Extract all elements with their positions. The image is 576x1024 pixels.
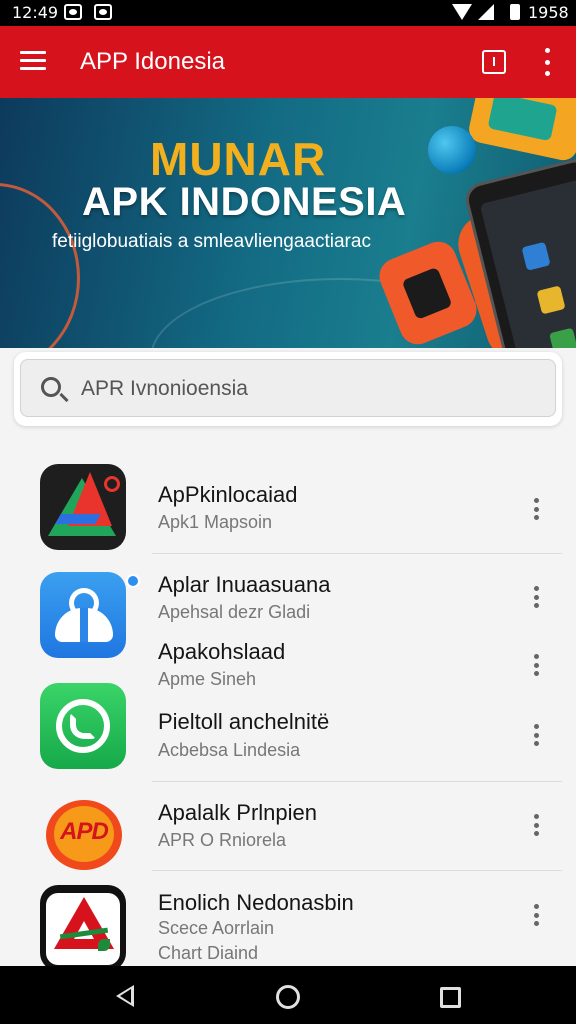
promo-banner[interactable]: MUNAR APK INDONESIA fetiiglobuatiais a s…: [0, 98, 576, 348]
list-item-title[interactable]: ApPkinlocaiad: [158, 482, 297, 508]
battery-icon: [510, 4, 520, 20]
list-item-subtitle: Scece Aorrlain: [158, 918, 275, 938]
status-bar: 12:49 1958: [0, 0, 576, 26]
search-card: APR Ivnonioensia: [14, 352, 562, 426]
apk-a-logo-icon[interactable]: [40, 464, 126, 550]
divider: [152, 781, 562, 782]
apd-badge-icon[interactable]: APD: [40, 792, 126, 878]
app-title: APP Idonesia: [80, 48, 225, 75]
notification-icon: [64, 4, 82, 20]
list-item-title[interactable]: Apalalk Prlnpien: [158, 800, 317, 826]
item-more-icon[interactable]: [532, 814, 540, 836]
game-tile-decoration: [466, 98, 576, 163]
phone-call-icon[interactable]: [40, 683, 126, 769]
item-more-icon[interactable]: [532, 904, 540, 926]
item-more-icon[interactable]: [532, 724, 540, 746]
divider: [152, 870, 562, 871]
status-time: 12:49: [12, 3, 59, 22]
banner-headline: MUNAR: [150, 133, 327, 185]
status-battery-text: 1958: [528, 3, 569, 22]
banner-ring-decoration: [0, 183, 80, 348]
list-item-subtitle: Apk1 Mapsoin: [158, 512, 273, 532]
search-input-value: APR Ivnonioensia: [81, 377, 248, 400]
banner-title: APK INDONESIA: [82, 180, 407, 224]
item-more-icon[interactable]: [532, 586, 540, 608]
system-nav-bar: [0, 966, 576, 1024]
overflow-menu-icon[interactable]: [540, 48, 554, 76]
divider: [152, 553, 562, 554]
search-icon: [41, 377, 61, 397]
gallery-notification-icon: [94, 4, 112, 20]
list-item-subtitle: Acbebsa Lindesia: [158, 740, 301, 760]
shopping-bag-icon[interactable]: [40, 572, 126, 658]
list-item-title[interactable]: Aplar Inuaasuana: [158, 572, 330, 598]
list-item-subtitle: APR O Rniorela: [158, 830, 287, 850]
blue-ball-decoration: [428, 126, 476, 174]
list-item-subtitle: Apehsal dezr Gladi: [158, 602, 311, 622]
hamburger-menu-icon[interactable]: [20, 51, 46, 71]
home-icon[interactable]: [276, 985, 300, 1009]
cell-signal-icon: [478, 4, 494, 20]
banner-subtitle: fetiiglobuatiais a smleavliengaactiarac: [52, 231, 371, 252]
list-item-subtitle-secondary: Chart Diaind: [158, 943, 259, 963]
app-bar: APP Idonesia: [0, 26, 576, 98]
list-item-title[interactable]: Enolich Nedonasbin: [158, 890, 354, 916]
item-more-icon[interactable]: [532, 498, 540, 520]
item-more-icon[interactable]: [532, 654, 540, 676]
open-page-icon[interactable]: [482, 50, 506, 74]
wifi-icon: [452, 4, 472, 20]
update-badge-icon: [126, 574, 140, 588]
list-item-title[interactable]: Apakohslaad: [158, 639, 285, 665]
list-item-title[interactable]: Pieltoll anchelnitë: [158, 709, 329, 735]
back-icon[interactable]: [116, 985, 134, 1007]
recents-icon[interactable]: [440, 987, 461, 1008]
red-a-logo-icon[interactable]: [40, 885, 126, 971]
search-input[interactable]: APR Ivnonioensia: [20, 359, 556, 417]
list-item-subtitle: Apme Sineh: [158, 669, 257, 689]
